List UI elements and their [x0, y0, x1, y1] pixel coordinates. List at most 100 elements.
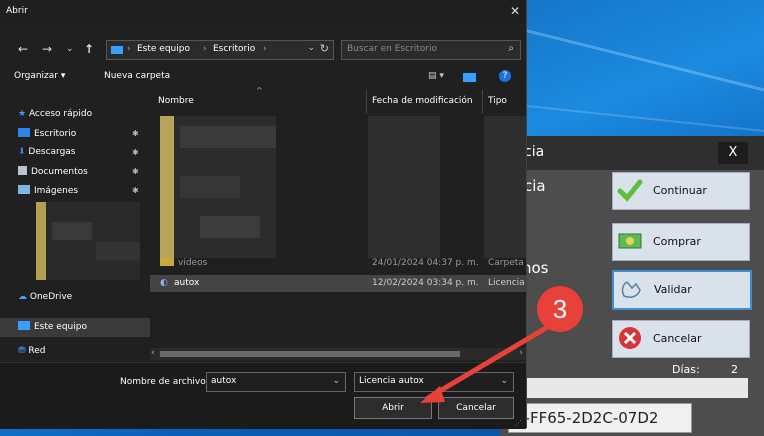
obscured-block [200, 216, 260, 238]
license-field[interactable] [520, 378, 748, 398]
wallpaper-streak [523, 28, 764, 95]
forward-icon[interactable]: → [42, 42, 52, 56]
star-icon: ★ [18, 109, 29, 119]
history-icon[interactable]: ⌄ [66, 44, 74, 54]
address-bar[interactable]: › Este equipo › Escritorio › ⌄ ↻ [106, 40, 334, 60]
sidebar-item-label: Documentos [31, 167, 88, 177]
obscured-region [484, 116, 526, 258]
checkmark-icon [617, 179, 643, 202]
file-name[interactable]: autox [174, 278, 199, 288]
sidebar-item-desktop[interactable]: Escritorio [18, 128, 76, 139]
days-label: Días: [672, 363, 700, 376]
column-divider [366, 90, 367, 114]
filename-value: autox [211, 376, 237, 386]
validate-button[interactable]: Validar [612, 270, 752, 310]
sidebar-item-quick-access[interactable]: ★ Acceso rápido [18, 109, 92, 119]
sidebar-item-downloads[interactable]: ⬇ Descargas [18, 147, 76, 157]
view-options-icon[interactable]: ▤ ▾ [428, 71, 444, 81]
breadcrumb-separator: › [203, 44, 207, 54]
chevron-down-icon[interactable]: ⌄ [332, 376, 340, 386]
back-icon[interactable]: ← [18, 42, 28, 56]
dialog-footer: Nombre de archivo: autox ⌄ Licencia auto… [0, 362, 526, 429]
sidebar-item-label: Este equipo [34, 322, 87, 332]
computer-icon [18, 321, 30, 330]
obscured-block [160, 116, 174, 258]
network-icon: ⛃ [18, 346, 29, 356]
sidebar-item-this-pc[interactable]: Este equipo [18, 321, 87, 332]
pin-icon[interactable]: ✱ [132, 167, 139, 176]
money-icon [618, 233, 642, 249]
days-value: 2 [731, 363, 738, 376]
close-icon[interactable]: ✕ [510, 4, 520, 18]
sidebar-item-images[interactable]: Imágenes [18, 185, 78, 196]
sidebar-item-network[interactable]: ⛃ Red [18, 346, 46, 356]
serial-field[interactable]: D-FF65-2D2C-07D2 [508, 403, 692, 433]
obscured-region [368, 116, 440, 258]
sidebar-item-label: Escritorio [34, 129, 77, 139]
filename-label: Nombre de archivo: [120, 377, 209, 387]
folder-icon [160, 258, 174, 266]
resize-grip-icon[interactable]: ⋰ [515, 419, 522, 427]
breadcrumb-este-equipo[interactable]: Este equipo [137, 44, 190, 54]
filetype-select[interactable]: Licencia autox ⌄ [354, 372, 514, 392]
obscured-block [180, 126, 276, 148]
column-divider [482, 90, 483, 114]
license-title: cia [524, 144, 545, 160]
sort-caret-icon: ^ [256, 86, 263, 95]
filetype-value: Licencia autox [359, 376, 424, 386]
breadcrumb-escritorio[interactable]: Escritorio [213, 44, 255, 54]
horizontal-scrollbar[interactable]: ‹ › [150, 348, 526, 360]
pin-icon[interactable]: ✱ [132, 129, 139, 138]
pin-icon[interactable]: ✱ [132, 148, 139, 157]
scroll-thumb[interactable] [160, 351, 460, 357]
buy-label: Comprar [653, 235, 701, 248]
pin-icon[interactable]: ✱ [132, 186, 139, 195]
continue-label: Continuar [653, 184, 707, 197]
validate-label: Validar [654, 283, 692, 296]
cloud-icon: ☁ [18, 292, 30, 302]
chevron-down-icon[interactable]: ⌄ [500, 376, 508, 386]
sidebar-item-onedrive[interactable]: ☁ OneDrive [18, 292, 72, 302]
license-titlebar: cia X [500, 136, 764, 170]
obscured-block [36, 202, 46, 280]
file-modified: 12/02/2024 03:34 p. m. [372, 278, 479, 288]
sidebar-item-label: Imágenes [34, 186, 79, 196]
license-close-button[interactable]: X [718, 142, 748, 164]
wallpaper-streak [520, 104, 764, 134]
hand-icon [621, 281, 641, 298]
buy-button[interactable]: Comprar [612, 223, 750, 261]
scroll-left-icon[interactable]: ‹ [151, 348, 155, 358]
cancel-button[interactable]: Cancelar [438, 397, 514, 419]
new-folder-button[interactable]: Nueva carpeta [104, 71, 170, 81]
column-header-type[interactable]: Tipo [488, 96, 507, 106]
up-icon[interactable]: ↑ [84, 42, 94, 56]
license-text: cia [524, 177, 546, 195]
sidebar-item-label: Descargas [28, 147, 76, 157]
open-button[interactable]: Abrir [354, 397, 432, 419]
preview-pane-icon[interactable] [463, 73, 476, 82]
scroll-right-icon[interactable]: › [519, 348, 523, 358]
breadcrumb-separator: › [263, 44, 267, 54]
sidebar-item-label: Acceso rápido [28, 109, 93, 119]
step-number-badge: 3 [537, 286, 583, 332]
help-icon[interactable]: ? [499, 70, 511, 82]
address-dropdown-icon[interactable]: ⌄ [307, 43, 315, 53]
search-box[interactable]: Buscar en Escritorio ⌕ [341, 40, 521, 60]
continue-button[interactable]: Continuar [612, 172, 750, 210]
search-input[interactable]: Buscar en Escritorio [347, 44, 437, 54]
organize-button[interactable]: Organizar ▾ [14, 71, 65, 81]
file-modified: 24/01/2024 04:37 p. m. [372, 258, 479, 268]
column-header-modified[interactable]: Fecha de modificación [372, 96, 473, 106]
sidebar-item-label: Red [28, 346, 46, 356]
image-icon [18, 185, 30, 194]
file-name[interactable]: videos [178, 258, 207, 268]
dialog-title: Abrir [6, 6, 28, 16]
refresh-icon[interactable]: ↻ [320, 42, 329, 55]
column-header-name[interactable]: Nombre [158, 96, 194, 106]
download-icon: ⬇ [18, 147, 29, 157]
filename-input[interactable]: autox ⌄ [206, 372, 346, 392]
navigation-pane: ★ Acceso rápido Escritorio ⬇ Descargas D… [0, 90, 150, 362]
sidebar-item-documents[interactable]: Documentos [18, 166, 88, 177]
cancel-license-button[interactable]: Cancelar [612, 320, 750, 358]
cancel-license-label: Cancelar [653, 332, 702, 345]
